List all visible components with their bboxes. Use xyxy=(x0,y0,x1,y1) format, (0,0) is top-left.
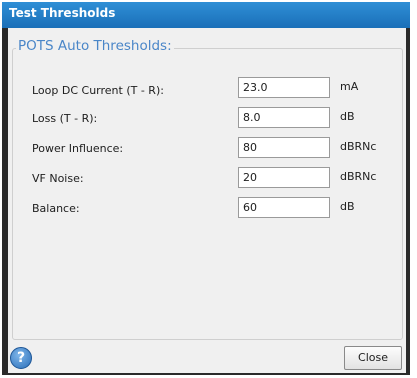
balance-unit: dB xyxy=(340,200,355,213)
vf-noise-field[interactable]: 20 xyxy=(238,167,330,188)
loss-label: Loss (T - R): xyxy=(32,112,98,125)
dialog-footer: ? Close xyxy=(8,343,406,373)
dialog-title: Test Thresholds xyxy=(9,6,116,20)
help-button[interactable]: ? xyxy=(10,347,32,369)
power-influence-label: Power Influence: xyxy=(32,142,124,155)
group-title: POTS Auto Thresholds: xyxy=(16,38,174,54)
title-bar: Test Thresholds xyxy=(2,2,410,28)
test-thresholds-dialog: Test Thresholds POTS Auto Thresholds: Lo… xyxy=(2,2,410,375)
vf-noise-unit: dBRNc xyxy=(340,170,377,183)
loop-dc-current-field[interactable]: 23.0 xyxy=(238,77,330,98)
power-influence-unit: dBRNc xyxy=(340,140,377,153)
help-icon: ? xyxy=(16,350,26,366)
loop-dc-current-label: Loop DC Current (T - R): xyxy=(32,84,164,97)
power-influence-field[interactable]: 80 xyxy=(238,137,330,158)
loop-dc-current-unit: mA xyxy=(340,80,359,93)
close-button[interactable]: Close xyxy=(344,346,402,370)
dialog-content: POTS Auto Thresholds: Loop DC Current (T… xyxy=(8,28,406,343)
balance-label: Balance: xyxy=(32,202,80,215)
balance-field[interactable]: 60 xyxy=(238,197,330,218)
loss-unit: dB xyxy=(340,110,355,123)
loss-field[interactable]: 8.0 xyxy=(238,107,330,128)
vf-noise-label: VF Noise: xyxy=(32,172,84,185)
